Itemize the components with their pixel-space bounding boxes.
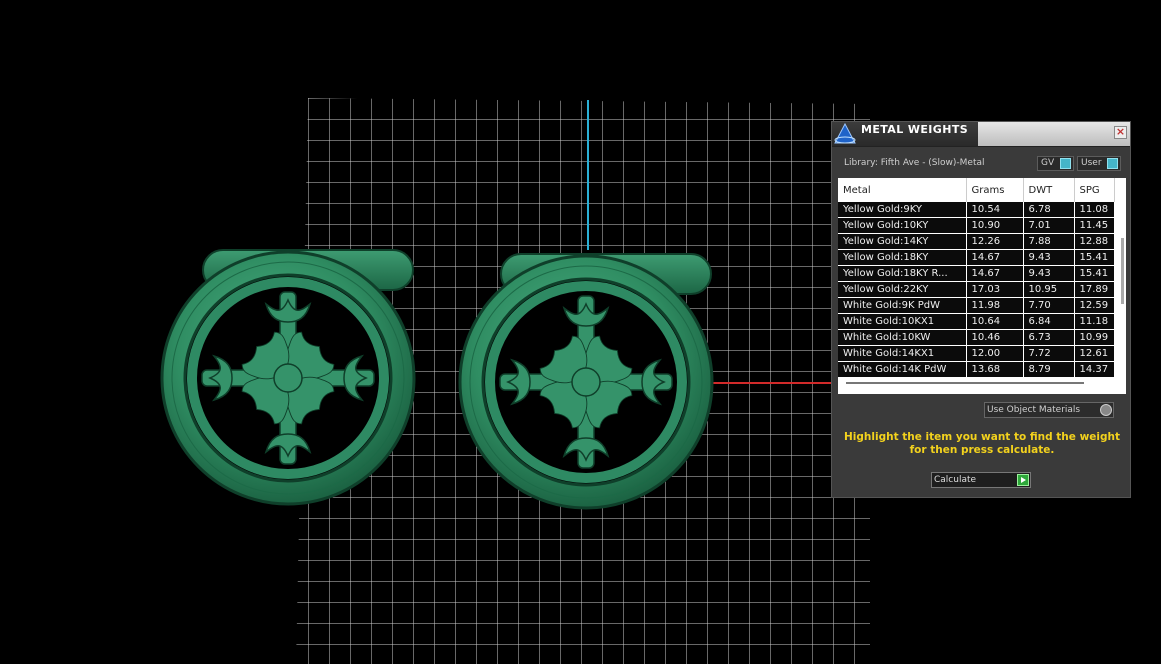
cell-grams: 17.03 bbox=[966, 281, 1024, 298]
table-row[interactable]: Yellow Gold:18KY 14.67 9.43 15.41 bbox=[838, 249, 1115, 266]
cell-spg: 15.41 bbox=[1074, 249, 1115, 266]
cell-dwt: 6.84 bbox=[1023, 313, 1075, 330]
close-button[interactable]: × bbox=[1114, 126, 1127, 139]
metal-table[interactable]: Metal Grams DWT SPG Yellow Gold:9KY 10.54… bbox=[838, 178, 1115, 378]
use-object-materials-label: Use Object Materials bbox=[987, 405, 1081, 415]
cell-metal: Yellow Gold:22KY bbox=[838, 281, 967, 298]
cufflink-left bbox=[162, 250, 414, 504]
instruction-text: Highlight the item you want to find the … bbox=[844, 431, 1120, 456]
table-row[interactable]: White Gold:9K PdW 11.98 7.70 12.59 bbox=[838, 297, 1115, 314]
cell-grams: 14.67 bbox=[966, 249, 1024, 266]
library-label: Library: Fifth Ave - (Slow)-Metal bbox=[844, 158, 985, 168]
cell-metal: White Gold:9K PdW bbox=[838, 297, 967, 314]
cell-metal: Yellow Gold:18KY bbox=[838, 249, 967, 266]
cell-dwt: 9.43 bbox=[1023, 249, 1075, 266]
cell-grams: 12.00 bbox=[966, 345, 1024, 362]
gv-toggle-label: GV bbox=[1041, 158, 1055, 168]
gv-toggle[interactable]: GV bbox=[1037, 156, 1074, 171]
cell-dwt: 7.72 bbox=[1023, 345, 1075, 362]
user-toggle[interactable]: User bbox=[1077, 156, 1121, 171]
table-row[interactable]: Yellow Gold:22KY 17.03 10.95 17.89 bbox=[838, 281, 1115, 298]
cell-dwt: 7.01 bbox=[1023, 217, 1075, 234]
table-row[interactable]: Yellow Gold:14KY 12.26 7.88 12.88 bbox=[838, 233, 1115, 250]
calculate-button[interactable]: Calculate bbox=[931, 472, 1031, 488]
table-row[interactable]: White Gold:14KX1 12.00 7.72 12.61 bbox=[838, 345, 1115, 362]
cell-grams: 10.90 bbox=[966, 217, 1024, 234]
table-row[interactable]: Yellow Gold:18KY R... 14.67 9.43 15.41 bbox=[838, 265, 1115, 282]
cell-grams: 12.26 bbox=[966, 233, 1024, 250]
calculate-label: Calculate bbox=[934, 475, 977, 485]
metal-table-container[interactable]: Metal Grams DWT SPG Yellow Gold:9KY 10.54… bbox=[838, 178, 1126, 394]
cell-spg: 17.89 bbox=[1074, 281, 1115, 298]
cell-dwt: 6.73 bbox=[1023, 329, 1075, 346]
cell-grams: 13.68 bbox=[966, 361, 1024, 378]
cell-dwt: 8.79 bbox=[1023, 361, 1075, 378]
cell-spg: 11.08 bbox=[1074, 202, 1115, 218]
cell-metal: Yellow Gold:9KY bbox=[838, 202, 967, 218]
table-row[interactable]: White Gold:10KW 10.46 6.73 10.99 bbox=[838, 329, 1115, 346]
table-header-row: Metal Grams DWT SPG bbox=[838, 178, 1115, 202]
cell-spg: 11.18 bbox=[1074, 313, 1115, 330]
cell-dwt: 10.95 bbox=[1023, 281, 1075, 298]
cell-grams: 11.98 bbox=[966, 297, 1024, 314]
table-row[interactable]: Yellow Gold:10KY 10.90 7.01 11.45 bbox=[838, 217, 1115, 234]
cell-grams: 14.67 bbox=[966, 265, 1024, 282]
column-header-grams[interactable]: Grams bbox=[966, 178, 1024, 202]
title-bar-fill bbox=[978, 122, 1130, 146]
cell-dwt: 7.88 bbox=[1023, 233, 1075, 250]
metal-weights-panel: METAL WEIGHTS × Library: Fifth Ave - (Sl… bbox=[831, 121, 1131, 498]
panel-title-bar[interactable]: METAL WEIGHTS × bbox=[832, 122, 1130, 147]
table-row[interactable]: White Gold:14K PdW 13.68 8.79 14.37 bbox=[838, 361, 1115, 378]
cell-grams: 10.46 bbox=[966, 329, 1024, 346]
panel-title: METAL WEIGHTS bbox=[861, 123, 969, 136]
gv-toggle-icon bbox=[1060, 158, 1071, 169]
column-header-metal[interactable]: Metal bbox=[838, 178, 967, 202]
user-toggle-label: User bbox=[1081, 158, 1102, 168]
cell-grams: 10.64 bbox=[966, 313, 1024, 330]
cell-spg: 10.99 bbox=[1074, 329, 1115, 346]
use-object-materials-option[interactable]: Use Object Materials bbox=[984, 402, 1114, 418]
table-row[interactable]: White Gold:10KX1 10.64 6.84 11.18 bbox=[838, 313, 1115, 330]
cell-spg: 12.61 bbox=[1074, 345, 1115, 362]
cell-spg: 14.37 bbox=[1074, 361, 1115, 378]
cell-spg: 12.59 bbox=[1074, 297, 1115, 314]
user-toggle-icon bbox=[1107, 158, 1118, 169]
cell-dwt: 7.70 bbox=[1023, 297, 1075, 314]
cell-metal: White Gold:14K PdW bbox=[838, 361, 967, 378]
cell-metal: White Gold:10KX1 bbox=[838, 313, 967, 330]
radio-icon[interactable] bbox=[1100, 404, 1112, 416]
cell-spg: 15.41 bbox=[1074, 265, 1115, 282]
play-icon bbox=[1017, 474, 1029, 486]
cell-spg: 12.88 bbox=[1074, 233, 1115, 250]
cell-dwt: 9.43 bbox=[1023, 265, 1075, 282]
cell-spg: 11.45 bbox=[1074, 217, 1115, 234]
cell-metal: Yellow Gold:18KY R... bbox=[838, 265, 967, 282]
cell-metal: White Gold:14KX1 bbox=[838, 345, 967, 362]
app-logo-icon bbox=[834, 122, 856, 144]
cell-metal: White Gold:10KW bbox=[838, 329, 967, 346]
cell-metal: Yellow Gold:14KY bbox=[838, 233, 967, 250]
horizontal-scrollbar[interactable] bbox=[846, 382, 1084, 384]
cell-grams: 10.54 bbox=[966, 202, 1024, 218]
cell-metal: Yellow Gold:10KY bbox=[838, 217, 967, 234]
cell-dwt: 6.78 bbox=[1023, 202, 1075, 218]
table-row[interactable]: Yellow Gold:9KY 10.54 6.78 11.08 bbox=[838, 202, 1115, 218]
vertical-scrollbar[interactable] bbox=[1121, 238, 1124, 304]
column-header-dwt[interactable]: DWT bbox=[1023, 178, 1075, 202]
column-header-spg[interactable]: SPG bbox=[1074, 178, 1115, 202]
cufflink-right bbox=[460, 254, 712, 508]
